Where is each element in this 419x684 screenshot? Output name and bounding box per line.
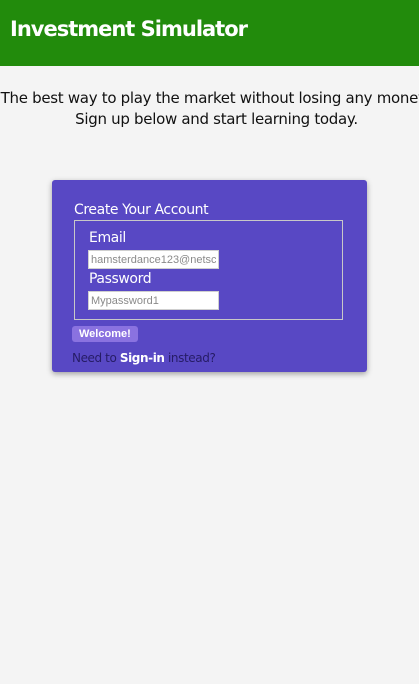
signup-form-title: Create Your Account <box>74 202 209 218</box>
app-title: Investment Simulator <box>10 17 248 41</box>
signin-prefix: Need to <box>72 351 120 365</box>
tagline: The best way to play the market without … <box>0 88 419 130</box>
signup-fieldset: Email Password <box>74 220 343 320</box>
tagline-line-2: Sign up below and start learning today. <box>75 110 358 128</box>
email-input[interactable] <box>88 250 219 269</box>
tagline-line-1: The best way to play the market without … <box>0 89 419 107</box>
signin-suffix: instead? <box>164 351 216 365</box>
email-label: Email <box>89 230 126 246</box>
password-label: Password <box>89 271 152 287</box>
welcome-submit-button[interactable]: Welcome! <box>72 326 138 342</box>
app-header: Investment Simulator <box>0 0 419 66</box>
signup-card: Create Your Account Email Password Welco… <box>52 180 367 372</box>
password-input[interactable] <box>88 291 219 310</box>
signin-link[interactable]: Sign-in <box>120 351 165 365</box>
signin-prompt: Need to Sign-in instead? <box>72 351 216 365</box>
